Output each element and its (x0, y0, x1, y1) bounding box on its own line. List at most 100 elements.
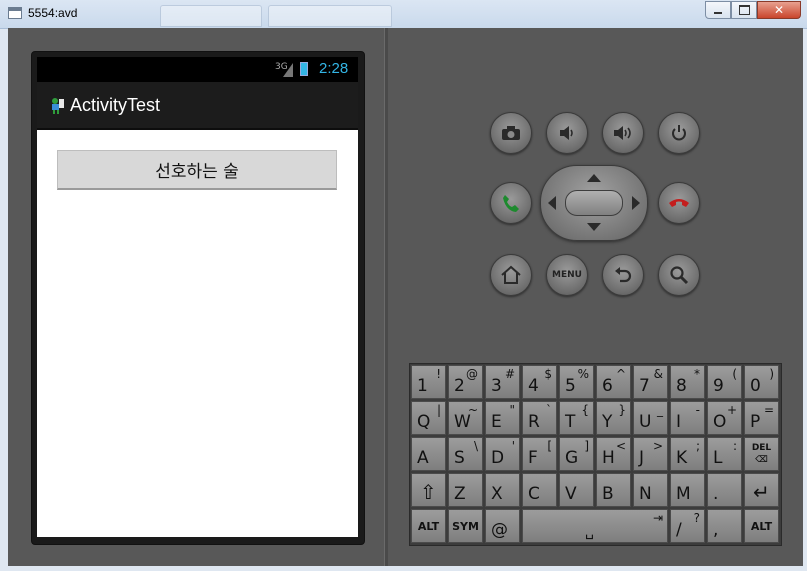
tab-icon: ⇥ (652, 511, 663, 525)
dpad-left-icon[interactable] (548, 196, 556, 210)
key-5[interactable]: 5% (559, 365, 594, 399)
key-label: 3 (491, 376, 502, 396)
key-k[interactable]: K; (670, 437, 705, 471)
background-tab[interactable] (160, 5, 262, 27)
power-button[interactable] (658, 112, 700, 154)
key-shift-label: = (763, 403, 774, 417)
key-p[interactable]: P = (744, 401, 779, 435)
key-label: K (676, 448, 688, 468)
dpad[interactable] (540, 165, 648, 241)
key-u[interactable]: U _ (633, 401, 668, 435)
close-button[interactable]: ✕ (757, 1, 801, 19)
key-shift-label: ~ (467, 403, 478, 417)
dpad-up-icon[interactable] (587, 174, 601, 182)
key-6[interactable]: 6 ^ (596, 365, 631, 399)
maximize-button[interactable] (731, 1, 757, 19)
key-y[interactable]: Y} (596, 401, 631, 435)
app-icon (52, 98, 64, 114)
key-comma[interactable]: , (707, 509, 742, 543)
key-shift-label: ( (732, 367, 737, 381)
key-2[interactable]: 2 @ (448, 365, 483, 399)
dpad-right-icon[interactable] (632, 196, 640, 210)
key-q[interactable]: Q | (411, 401, 446, 435)
minimize-button[interactable] (705, 1, 731, 19)
key-t[interactable]: T{ (559, 401, 594, 435)
key-n[interactable]: N (633, 473, 668, 507)
key-g[interactable]: G] (559, 437, 594, 471)
signal-icon (283, 63, 293, 77)
action-bar: ActivityTest (37, 82, 358, 130)
key-o[interactable]: O + (707, 401, 742, 435)
key-label: . (713, 484, 719, 504)
key-3[interactable]: 3 # (485, 365, 520, 399)
home-button[interactable] (490, 254, 532, 296)
key-0[interactable]: 0) (744, 365, 779, 399)
key-shift-label: | (436, 403, 441, 417)
key-label: / (676, 520, 682, 540)
key-label: R (528, 412, 540, 432)
end-call-button[interactable] (658, 182, 700, 224)
key-x[interactable]: X (485, 473, 520, 507)
key-4[interactable]: 4 $ (522, 365, 557, 399)
key-m[interactable]: M (670, 473, 705, 507)
key-a[interactable]: A (411, 437, 446, 471)
background-tab[interactable] (268, 5, 392, 27)
key-[interactable]: . (707, 473, 742, 507)
camera-button[interactable] (490, 112, 532, 154)
search-button[interactable] (658, 254, 700, 296)
key-label: @ (491, 520, 508, 540)
key-f[interactable]: F[ (522, 437, 557, 471)
key-r[interactable]: R ` (522, 401, 557, 435)
key-z[interactable]: Z (448, 473, 483, 507)
preferred-liquor-button[interactable]: 선호하는 술 (57, 150, 337, 190)
key-label: 4 (528, 376, 539, 396)
key-shift-label: ' (511, 439, 515, 453)
key-label: 5 (565, 376, 576, 396)
key-l[interactable]: L: (707, 437, 742, 471)
key-alt-right[interactable]: ALT (744, 509, 779, 543)
key-8[interactable]: 8 * (670, 365, 705, 399)
key-slash[interactable]: /? (670, 509, 705, 543)
key-j[interactable]: J > (633, 437, 668, 471)
key-1[interactable]: 1! (411, 365, 446, 399)
key-shift-label: @ (466, 367, 478, 381)
battery-icon (300, 62, 308, 76)
key-del[interactable]: DEL ⌫ (744, 437, 779, 471)
volume-up-button[interactable] (602, 112, 644, 154)
call-button[interactable] (490, 182, 532, 224)
key-d[interactable]: D ' (485, 437, 520, 471)
key-label: I (676, 412, 682, 432)
key-shift-label: ) (769, 367, 774, 381)
key-at[interactable]: @ (485, 509, 520, 543)
key-7[interactable]: 7 & (633, 365, 668, 399)
key-i[interactable]: I- (670, 401, 705, 435)
camera-icon (502, 126, 520, 140)
back-button[interactable] (602, 254, 644, 296)
key-label: ⇧ (420, 480, 437, 504)
key-[interactable]: ↵ (744, 473, 779, 507)
key-9[interactable]: 9( (707, 365, 742, 399)
key-label: B (602, 484, 614, 504)
key-label: SYM (452, 520, 479, 533)
window-title: 5554:avd (28, 6, 78, 20)
key-label: J (639, 448, 645, 468)
volume-down-button[interactable] (546, 112, 588, 154)
key-s[interactable]: S \ (448, 437, 483, 471)
dpad-center-button[interactable] (565, 190, 623, 216)
power-icon (672, 125, 686, 141)
menu-button[interactable]: MENU (546, 254, 588, 296)
key-shift-label: { (581, 403, 589, 417)
dpad-down-icon[interactable] (587, 223, 601, 231)
key-c[interactable]: C (522, 473, 557, 507)
key-w[interactable]: W ~ (448, 401, 483, 435)
key-space[interactable]: ␣ ⇥ (522, 509, 668, 543)
key-shift-label: ! (436, 367, 441, 381)
key-alt-left[interactable]: ALT (411, 509, 446, 543)
key-h[interactable]: H < (596, 437, 631, 471)
key-[interactable]: ⇧ (411, 473, 446, 507)
key-sym[interactable]: SYM (448, 509, 483, 543)
key-b[interactable]: B (596, 473, 631, 507)
key-shift-label: # (504, 367, 515, 381)
key-v[interactable]: V (559, 473, 594, 507)
key-e[interactable]: E " (485, 401, 520, 435)
